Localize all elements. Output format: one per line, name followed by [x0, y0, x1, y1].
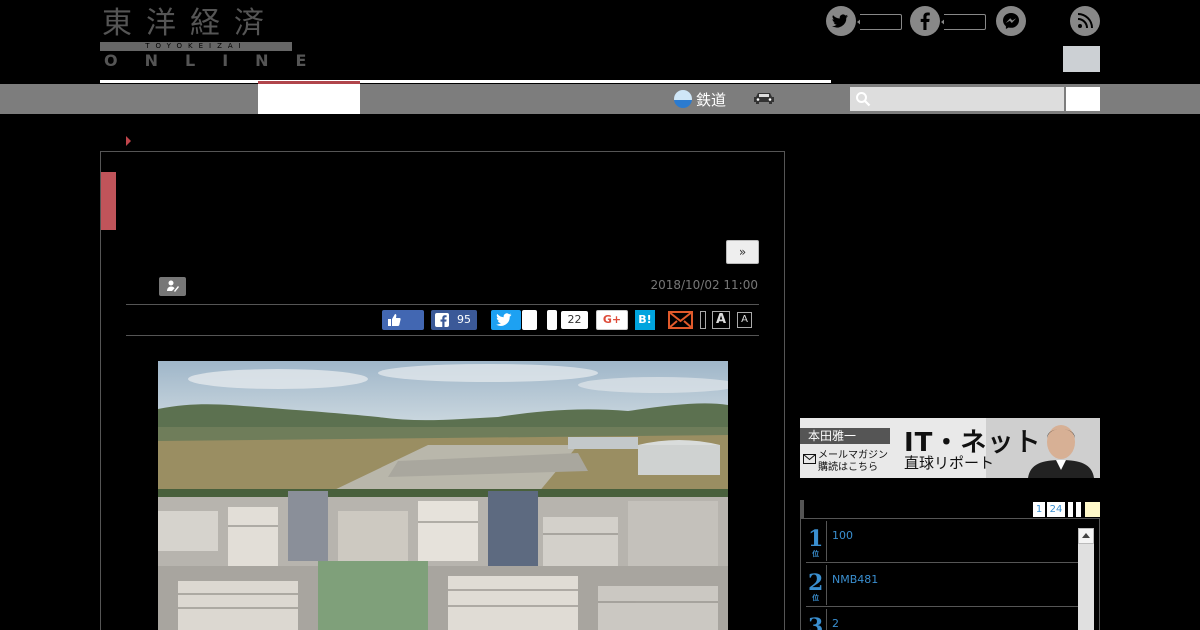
envelope-icon: [803, 454, 816, 464]
font-size-small-button[interactable]: A: [737, 312, 752, 328]
banner-author: 本田雅一: [800, 428, 890, 444]
ranking-separator: [826, 609, 827, 630]
messenger-icon: [1003, 13, 1019, 29]
column-banner[interactable]: 本田雅一 IT・ネット 直球リポート メールマガジン 購読はこちら: [800, 418, 1100, 478]
mail-icon[interactable]: [668, 311, 693, 329]
facebook-icon: [435, 313, 449, 327]
ranking-item[interactable]: 2位 NMB481: [806, 563, 1078, 607]
facebook-like-count: [944, 14, 986, 30]
ranking-separator: [826, 565, 827, 605]
font-size-large-button[interactable]: A: [712, 311, 730, 329]
search-input[interactable]: [850, 87, 1064, 111]
google-plus-button[interactable]: G+: [596, 310, 628, 330]
ranking-title: 100: [832, 529, 853, 542]
twitter-share-count: [522, 310, 537, 330]
nav-tab-active[interactable]: [258, 81, 360, 114]
ranking-tab-5[interactable]: [1085, 502, 1100, 517]
logo-online: ONLINE: [104, 51, 334, 70]
breadcrumb-arrow-icon: [126, 136, 131, 146]
site-logo[interactable]: 東洋経済 TOYOKEIZAI ONLINE: [100, 6, 306, 70]
pen-icon: [166, 280, 179, 292]
ranking-tab-1[interactable]: 1: [1033, 502, 1045, 517]
rss-icon: [1077, 13, 1093, 29]
ranking-item[interactable]: 3位 2: [806, 607, 1078, 630]
share-divider-top: [126, 304, 759, 305]
twitter-share-button[interactable]: [491, 310, 521, 330]
facebook-like-button[interactable]: [910, 6, 940, 36]
author-icon[interactable]: [159, 277, 186, 296]
hatena-bookmark-button[interactable]: B!: [635, 310, 655, 330]
twitter-follow-count: [860, 14, 902, 30]
facebook-share-count: 95: [457, 313, 471, 326]
share-divider-bottom: [126, 335, 759, 336]
next-page-button[interactable]: »: [726, 240, 759, 264]
category-marker: [101, 172, 116, 230]
twitter-icon: [496, 313, 512, 326]
nav-item-rail[interactable]: 鉄道: [674, 88, 726, 110]
twitter-icon: [832, 14, 848, 28]
search-button[interactable]: [1066, 87, 1100, 111]
logo-band: TOYOKEIZAI: [100, 42, 292, 51]
facebook-share-button[interactable]: 95: [431, 310, 477, 330]
thumbs-up-icon: [388, 314, 401, 326]
ranking-item[interactable]: 1位 100: [806, 519, 1078, 563]
article-photo: [158, 361, 728, 630]
ranking-title: 2: [832, 617, 839, 630]
nav-rail-label: 鉄道: [696, 90, 727, 109]
rss-button[interactable]: [1070, 6, 1100, 36]
author-portrait: [1028, 425, 1094, 478]
pocket-button[interactable]: [547, 310, 557, 330]
like-button[interactable]: [382, 310, 424, 330]
ranking-tab-3[interactable]: [1068, 502, 1073, 517]
banner-subtitle: 直球リポート: [904, 454, 995, 472]
ranking-number: 3位: [808, 614, 824, 630]
logo-kanji: 東洋経済: [102, 6, 278, 41]
ranking-title: NMB481: [832, 573, 879, 586]
car-icon[interactable]: [752, 90, 776, 106]
scroll-up-button[interactable]: [1078, 528, 1094, 544]
messenger-button[interactable]: [996, 6, 1026, 36]
ranking-number: 1位: [808, 526, 824, 558]
train-icon: [674, 90, 692, 108]
login-button[interactable]: [1063, 46, 1100, 72]
print-button[interactable]: [700, 311, 706, 329]
ranking-separator: [826, 521, 827, 561]
ranking-tab-4[interactable]: [1076, 502, 1081, 517]
header-divider: [100, 80, 831, 83]
publish-date: 2018/10/02 11:00: [650, 278, 758, 292]
ranking-number: 2位: [808, 570, 824, 602]
ranking-tab-24[interactable]: 24: [1047, 502, 1065, 517]
twitter-follow-button[interactable]: [826, 6, 856, 36]
pocket-count: 22: [561, 311, 588, 329]
facebook-icon: [920, 12, 930, 30]
search-icon: [856, 92, 871, 107]
